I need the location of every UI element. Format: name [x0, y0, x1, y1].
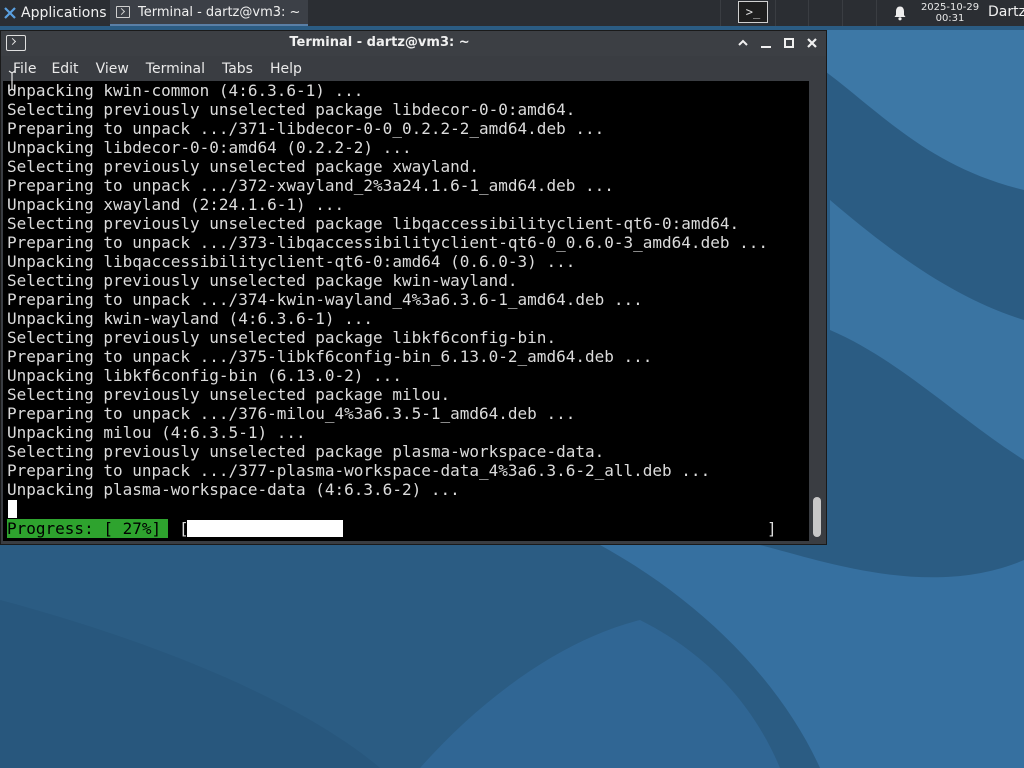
scrollbar-thumb[interactable]	[813, 497, 821, 537]
terminal-line: Unpacking libqaccessibilityclient-qt6-0:…	[7, 252, 576, 271]
terminal-icon	[116, 6, 130, 18]
top-panel: Applications ☰ Terminal - dartz@vm3: ~ >…	[0, 0, 1024, 26]
panel-separator	[842, 0, 843, 26]
terminal-line: Selecting previously unselected package …	[7, 442, 605, 461]
terminal-line: Preparing to unpack .../372-xwayland_2%3…	[7, 176, 614, 195]
terminal-line: Unpacking xwayland (2:24.1.6-1) ...	[7, 195, 345, 214]
terminal-line: Selecting previously unselected package …	[7, 157, 480, 176]
maximize-icon[interactable]	[781, 35, 797, 51]
progress-bracket-close: ]	[767, 519, 777, 538]
menu-bar: File Edit View Terminal Tabs Help	[1, 56, 826, 81]
chevron-up-icon[interactable]	[735, 35, 751, 51]
terminal-line: Preparing to unpack .../375-libkf6config…	[7, 347, 653, 366]
terminal-line: Selecting previously unselected package …	[7, 271, 518, 290]
text-cursor-icon	[8, 70, 16, 92]
progress-bar	[187, 520, 765, 537]
menu-terminal[interactable]: Terminal	[146, 61, 214, 77]
terminal-line: Unpacking libdecor-0-0:amd64 (0.2.2-2) .…	[7, 138, 412, 157]
terminal-cursor	[8, 500, 17, 518]
applications-label: Applications	[21, 5, 107, 21]
progress-bar-fill	[187, 520, 343, 537]
terminal-line: Selecting previously unselected package …	[7, 100, 576, 119]
menu-edit[interactable]: Edit	[51, 61, 87, 77]
xfce-logo-icon	[4, 7, 16, 19]
progress-label: Progress: [ 27%]	[7, 519, 168, 538]
terminal-line: Unpacking libkf6config-bin (6.13.0-2) ..…	[7, 366, 402, 385]
taskbar-terminal-button[interactable]: Terminal - dartz@vm3: ~	[110, 0, 308, 26]
panel-separator	[775, 0, 776, 26]
terminal-line: Preparing to unpack .../376-milou_4%3a6.…	[7, 404, 576, 423]
terminal-line: Selecting previously unselected package …	[7, 328, 557, 347]
terminal-line: Unpacking plasma-workspace-data (4:6.3.6…	[7, 480, 460, 499]
bell-icon[interactable]	[892, 5, 908, 21]
terminal-line: Preparing to unpack .../377-plasma-works…	[7, 461, 711, 480]
menu-view[interactable]: View	[96, 61, 138, 77]
terminal-scrollbar[interactable]	[809, 81, 826, 541]
window-title: Terminal - dartz@vm3: ~	[289, 35, 470, 50]
taskbar-terminal-title: Terminal - dartz@vm3: ~	[138, 4, 301, 20]
terminal-line: Preparing to unpack .../371-libdecor-0-0…	[7, 119, 605, 138]
terminal-output[interactable]: Unpacking kwin-common (4:6.3.6-1) ... Se…	[3, 81, 809, 541]
panel-separator	[876, 0, 877, 26]
panel-clock[interactable]: 2025-10-29 00:31	[918, 2, 982, 24]
terminal-launcher-icon[interactable]: >_	[738, 1, 768, 23]
terminal-line: Selecting previously unselected package …	[7, 385, 451, 404]
terminal-line: Unpacking kwin-wayland (4:6.3.6-1) ...	[7, 309, 374, 328]
terminal-line: Unpacking milou (4:6.3.5-1) ...	[7, 423, 306, 442]
panel-separator	[808, 0, 809, 26]
terminal-line: Preparing to unpack .../373-libqaccessib…	[7, 233, 768, 252]
menu-file[interactable]: File	[13, 61, 45, 77]
panel-separator	[720, 0, 721, 26]
window-titlebar[interactable]: Terminal - dartz@vm3: ~	[1, 31, 826, 56]
menu-tabs[interactable]: Tabs	[222, 61, 262, 77]
terminal-line: Selecting previously unselected package …	[7, 214, 740, 233]
terminal-window: Terminal - dartz@vm3: ~ File Edit View T…	[0, 30, 827, 545]
terminal-line: Preparing to unpack .../374-kwin-wayland…	[7, 290, 643, 309]
user-menu[interactable]: Dartz	[988, 4, 1024, 20]
clock-date: 2025-10-29	[920, 2, 980, 13]
menu-help[interactable]: Help	[270, 61, 311, 77]
terminal-line: Unpacking kwin-common (4:6.3.6-1) ...	[7, 81, 364, 100]
clock-time: 00:31	[935, 13, 965, 24]
minimize-icon[interactable]	[758, 35, 774, 51]
close-icon[interactable]	[804, 35, 820, 51]
